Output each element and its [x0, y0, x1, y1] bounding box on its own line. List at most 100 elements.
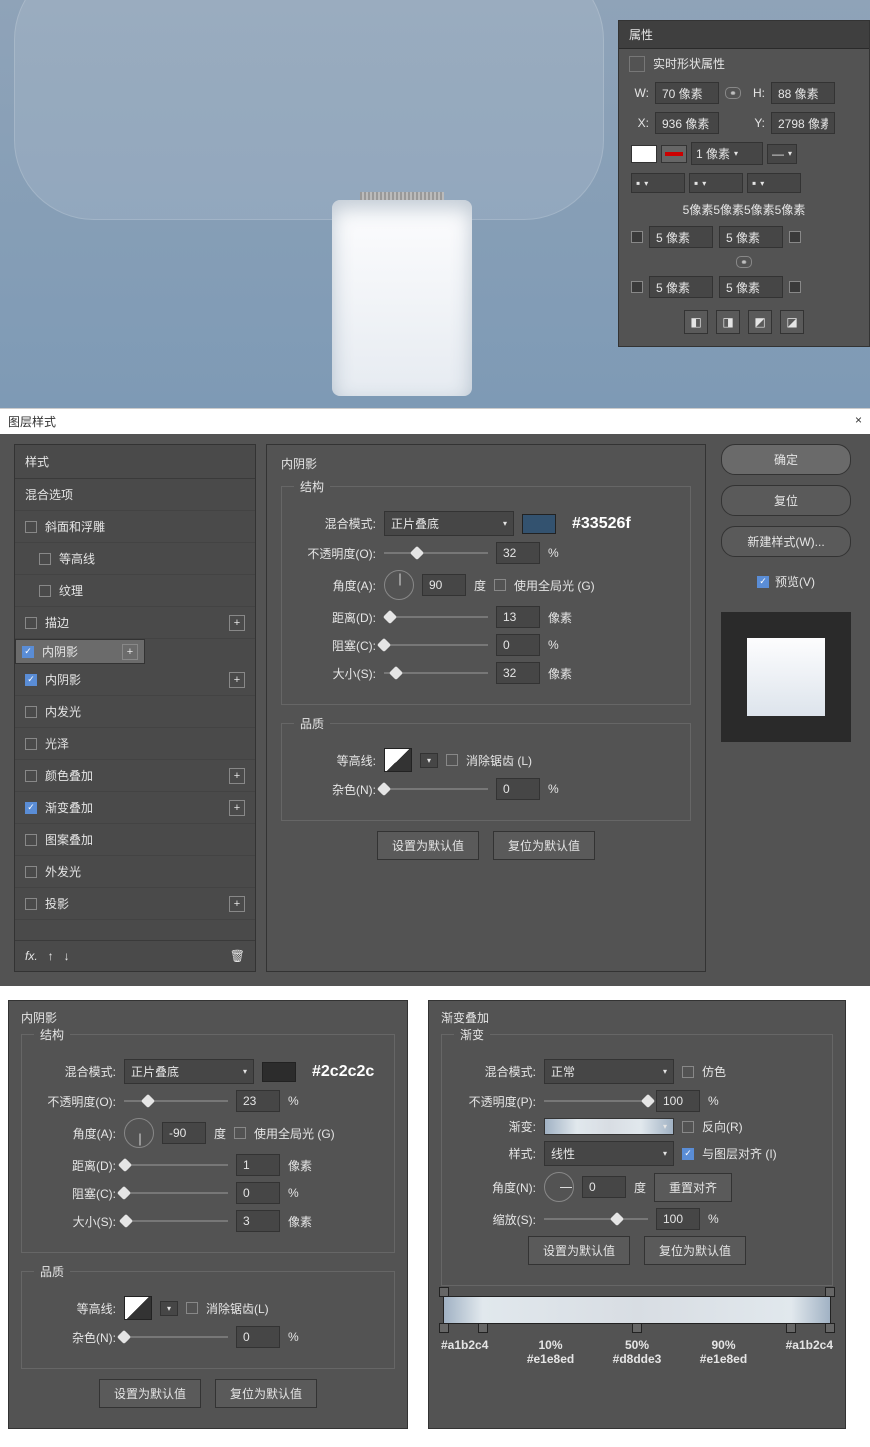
p2-distance-input[interactable]: [236, 1154, 280, 1176]
style-checkbox[interactable]: [25, 866, 37, 878]
corner-tl-input[interactable]: [649, 226, 713, 248]
p3-angle-input[interactable]: [582, 1176, 626, 1198]
blend-options-item[interactable]: 混合选项: [15, 479, 255, 511]
choke-input[interactable]: [496, 634, 540, 656]
style-checkbox[interactable]: [25, 834, 37, 846]
style-item[interactable]: 斜面和浮雕: [15, 511, 255, 543]
style-item[interactable]: 纹理: [15, 575, 255, 607]
width-input[interactable]: [655, 82, 719, 104]
corner-tl-icon[interactable]: [631, 231, 643, 243]
p2-contour[interactable]: [124, 1296, 152, 1320]
style-item[interactable]: 颜色叠加+: [15, 760, 255, 792]
opacity-input[interactable]: [496, 542, 540, 564]
blend-mode-select[interactable]: 正片叠底▾: [384, 511, 514, 536]
style-item[interactable]: ✓内阴影+: [15, 664, 255, 696]
p3-reset-default[interactable]: 复位为默认值: [644, 1236, 746, 1265]
p3-scale-slider[interactable]: [544, 1212, 648, 1226]
p2-blend-select[interactable]: 正片叠底▾: [124, 1059, 254, 1084]
p2-color-chip[interactable]: [262, 1062, 296, 1082]
p2-noise-input[interactable]: [236, 1326, 280, 1348]
style-checkbox[interactable]: [25, 738, 37, 750]
add-effect-icon[interactable]: +: [229, 800, 245, 816]
corner-bl-input[interactable]: [649, 276, 713, 298]
cap-dropdown[interactable]: ▪▾: [689, 173, 743, 193]
p2-global-checkbox[interactable]: [234, 1127, 246, 1139]
pathop-3-button[interactable]: ◩: [748, 310, 772, 334]
choke-slider[interactable]: [384, 638, 488, 652]
link-corners-icon[interactable]: ⚭: [736, 256, 752, 268]
noise-input[interactable]: [496, 778, 540, 800]
add-effect-icon[interactable]: +: [229, 615, 245, 631]
style-checkbox[interactable]: [25, 770, 37, 782]
p3-opacity-slider[interactable]: [544, 1094, 648, 1108]
color-stop[interactable]: [786, 1323, 796, 1333]
p2-noise-slider[interactable]: [124, 1330, 228, 1344]
add-effect-icon[interactable]: +: [229, 896, 245, 912]
p3-make-default[interactable]: 设置为默认值: [528, 1236, 630, 1265]
style-checkbox[interactable]: ✓: [22, 646, 34, 658]
style-item[interactable]: 外发光: [15, 856, 255, 888]
opacity-slider[interactable]: [384, 546, 488, 560]
trash-icon[interactable]: 🗑: [230, 949, 245, 963]
p3-scale-input[interactable]: [656, 1208, 700, 1230]
p2-reset-default[interactable]: 复位为默认值: [215, 1379, 317, 1408]
link-wh-icon[interactable]: ⚭: [725, 87, 741, 99]
p3-align-checkbox[interactable]: ✓: [682, 1148, 694, 1160]
style-checkbox[interactable]: [25, 706, 37, 718]
corner-bl-icon[interactable]: [631, 281, 643, 293]
angle-input[interactable]: [422, 574, 466, 596]
style-checkbox[interactable]: ✓: [25, 802, 37, 814]
p2-choke-input[interactable]: [236, 1182, 280, 1204]
p2-angle-input[interactable]: [162, 1122, 206, 1144]
style-item[interactable]: 投影+: [15, 888, 255, 920]
p3-dither-checkbox[interactable]: [682, 1066, 694, 1078]
style-item[interactable]: 等高线: [15, 543, 255, 575]
noise-slider[interactable]: [384, 782, 488, 796]
stroke-width-dropdown[interactable]: 1 像素▾: [691, 142, 763, 165]
corner-br-input[interactable]: [719, 276, 783, 298]
stroke-style-dropdown[interactable]: —▾: [767, 144, 797, 164]
p3-reverse-checkbox[interactable]: [682, 1121, 694, 1133]
antialias-checkbox[interactable]: [446, 754, 458, 766]
style-checkbox[interactable]: [39, 585, 51, 597]
join-dropdown[interactable]: ▪▾: [747, 173, 801, 193]
new-style-button[interactable]: 新建样式(W)...: [721, 526, 851, 557]
contour-dropdown[interactable]: ▾: [420, 753, 438, 768]
opacity-stop[interactable]: [825, 1287, 835, 1297]
align-dropdown[interactable]: ▪▾: [631, 173, 685, 193]
preview-checkbox[interactable]: ✓: [757, 576, 769, 588]
gradient-bar[interactable]: [443, 1296, 831, 1324]
p2-angle-dial[interactable]: [124, 1118, 154, 1148]
corner-tr-icon[interactable]: [789, 231, 801, 243]
style-item[interactable]: ✓内阴影+: [15, 639, 145, 664]
make-default-button[interactable]: 设置为默认值: [377, 831, 479, 860]
style-item[interactable]: 图案叠加: [15, 824, 255, 856]
y-input[interactable]: [771, 112, 835, 134]
p2-opacity-slider[interactable]: [124, 1094, 228, 1108]
reset-default-button[interactable]: 复位为默认值: [493, 831, 595, 860]
p3-blend-select[interactable]: 正常▾: [544, 1059, 674, 1084]
pathop-2-button[interactable]: ◨: [716, 310, 740, 334]
size-slider[interactable]: [384, 666, 488, 680]
style-item[interactable]: 内发光: [15, 696, 255, 728]
p2-contour-dd[interactable]: ▾: [160, 1301, 178, 1316]
p2-distance-slider[interactable]: [124, 1158, 228, 1172]
style-item[interactable]: ✓渐变叠加+: [15, 792, 255, 824]
corner-br-icon[interactable]: [789, 281, 801, 293]
style-checkbox[interactable]: [25, 521, 37, 533]
color-stop[interactable]: [439, 1323, 449, 1333]
stroke-swatch[interactable]: [661, 145, 687, 163]
gradient-editor[interactable]: 优优教程网 #a1b2c410%#e1e8ed50%#d8dde390%#e1e…: [441, 1296, 833, 1366]
style-checkbox[interactable]: [25, 617, 37, 629]
angle-dial[interactable]: [384, 570, 414, 600]
color-stop[interactable]: [478, 1323, 488, 1333]
p3-style-select[interactable]: 线性▾: [544, 1141, 674, 1166]
style-item[interactable]: 光泽: [15, 728, 255, 760]
p2-size-slider[interactable]: [124, 1214, 228, 1228]
style-item[interactable]: 描边+: [15, 607, 255, 639]
corner-tr-input[interactable]: [719, 226, 783, 248]
size-input[interactable]: [496, 662, 540, 684]
add-effect-icon[interactable]: +: [229, 768, 245, 784]
p2-opacity-input[interactable]: [236, 1090, 280, 1112]
p3-opacity-input[interactable]: [656, 1090, 700, 1112]
